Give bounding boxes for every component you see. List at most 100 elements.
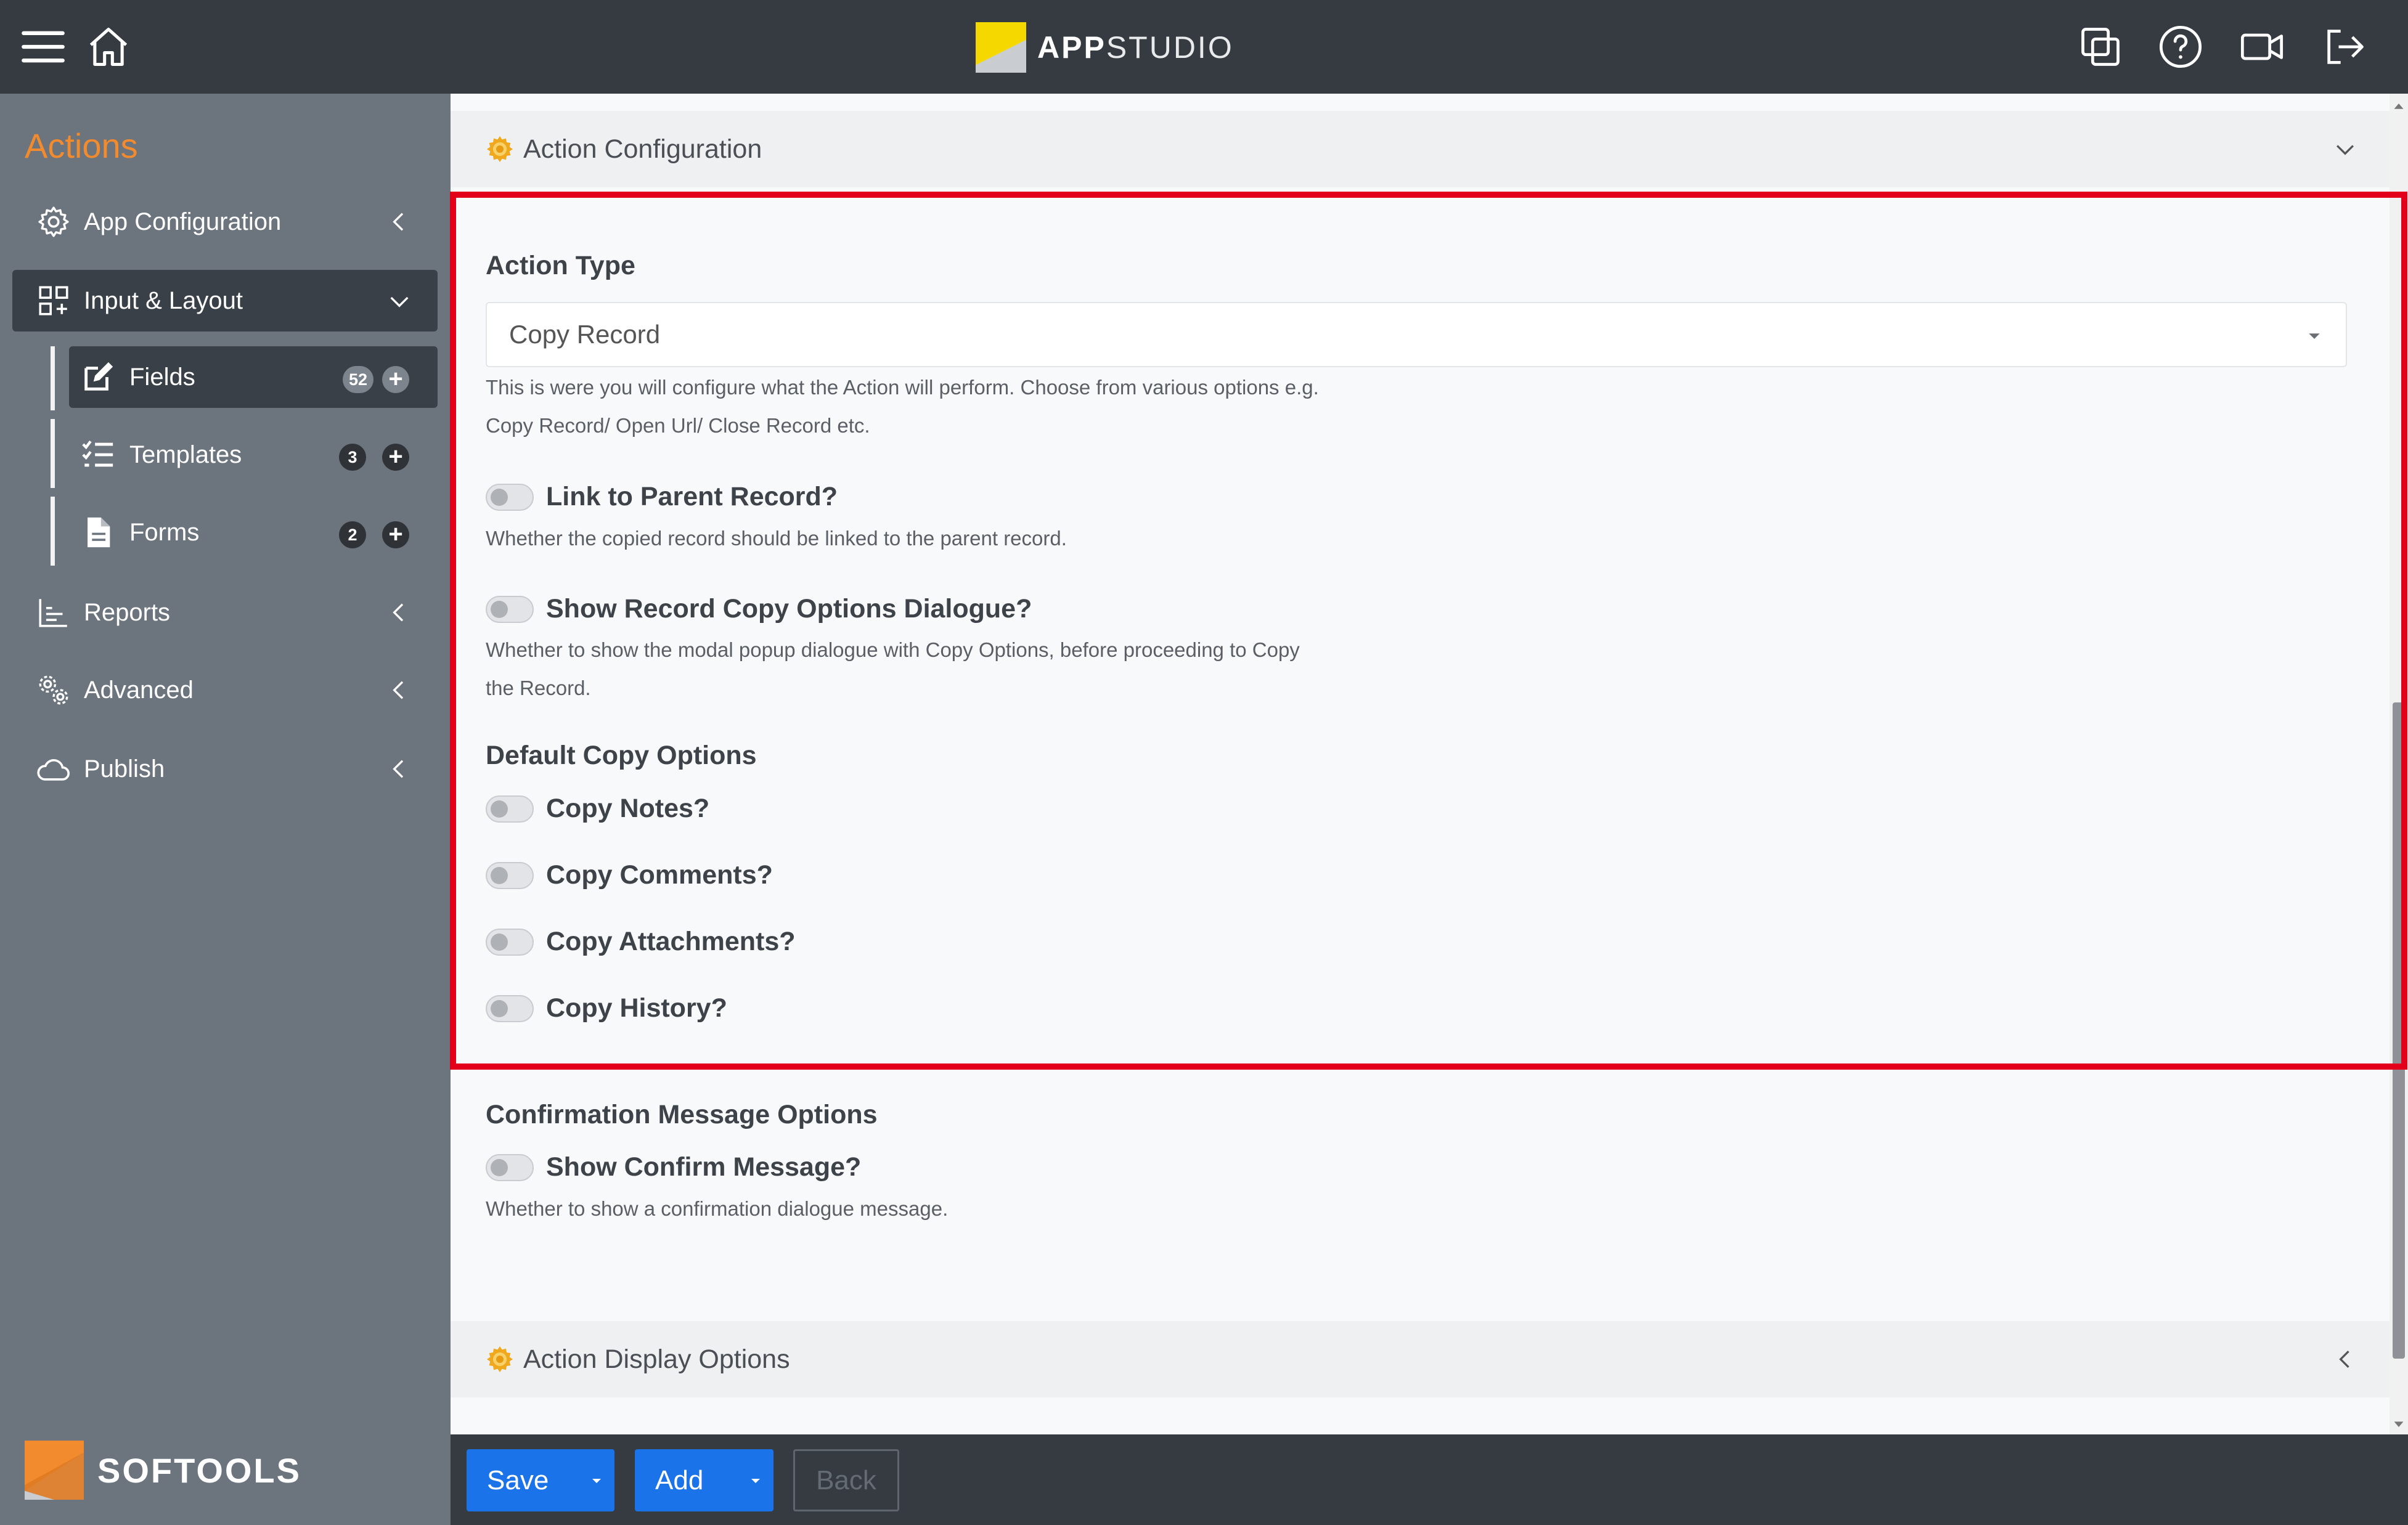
back-button[interactable]: Back xyxy=(793,1449,899,1511)
app-logo[interactable]: APPSTUDIO xyxy=(976,22,1234,73)
section-title: Action Display Options xyxy=(523,1344,790,1374)
sidebar-title: Actions xyxy=(25,126,138,165)
copy-notes-toggle[interactable] xyxy=(486,795,534,823)
home-icon[interactable] xyxy=(85,23,132,70)
count-badge: 52 xyxy=(342,366,373,393)
appstudio-logo-icon xyxy=(976,22,1026,73)
add-template-button[interactable]: + xyxy=(382,444,409,471)
checklist-icon xyxy=(80,437,116,473)
copy-comments-row: Copy Comments? xyxy=(486,860,773,890)
copy-attachments-toggle[interactable] xyxy=(486,928,534,956)
video-icon[interactable] xyxy=(2239,23,2285,70)
copy-notes-row: Copy Notes? xyxy=(486,794,709,824)
scroll-up-arrow-icon[interactable] xyxy=(2390,97,2408,116)
add-dropdown-caret-icon[interactable] xyxy=(738,1449,773,1511)
help-icon[interactable] xyxy=(2157,23,2204,70)
link-parent-toggle[interactable] xyxy=(486,483,534,511)
sidebar-subitem-templates[interactable]: Templates 3 + xyxy=(69,424,438,486)
copy-icon[interactable] xyxy=(2077,23,2124,70)
sidebar-item-input-layout[interactable]: Input & Layout xyxy=(12,270,438,331)
link-parent-help: Whether the copied record should be link… xyxy=(486,527,1067,550)
sidebar-item-advanced[interactable]: Advanced xyxy=(12,659,438,721)
sidebar-item-label: App Configuration xyxy=(84,208,282,235)
sidebar-subitem-label: Forms xyxy=(129,518,200,546)
section-header-action-display-options[interactable]: Action Display Options xyxy=(451,1321,2390,1397)
default-copy-options-label: Default Copy Options xyxy=(486,741,757,770)
scroll-down-arrow-icon[interactable] xyxy=(2390,1415,2408,1433)
scrollbar-thumb[interactable] xyxy=(2393,702,2405,1359)
copy-history-toggle[interactable] xyxy=(486,994,534,1022)
sidebar-item-app-configuration[interactable]: App Configuration xyxy=(12,191,438,253)
back-label: Back xyxy=(816,1465,876,1495)
chart-icon xyxy=(36,595,71,630)
chevron-left-icon xyxy=(387,678,412,702)
count-badge: 3 xyxy=(339,444,366,471)
show-dialogue-toggle[interactable] xyxy=(486,595,534,623)
submenu-line xyxy=(51,419,55,488)
sidebar-item-label: Reports xyxy=(84,598,171,626)
gear-icon xyxy=(485,134,515,164)
action-type-select[interactable]: Copy Record xyxy=(486,302,2347,367)
copy-history-row: Copy History? xyxy=(486,993,727,1023)
copy-attachments-row: Copy Attachments? xyxy=(486,927,796,957)
cloud-icon xyxy=(36,751,71,787)
submenu-line xyxy=(51,497,55,566)
chevron-down-icon xyxy=(387,288,412,313)
submenu-line xyxy=(51,346,55,410)
softools-logo-icon xyxy=(25,1441,84,1500)
copy-attachments-label: Copy Attachments? xyxy=(546,927,796,956)
add-form-button[interactable]: + xyxy=(382,521,409,548)
chevron-down-icon[interactable] xyxy=(2332,136,2359,163)
sidebar-subitem-forms[interactable]: Forms 2 + xyxy=(69,502,438,563)
menu-icon[interactable] xyxy=(20,23,67,70)
copy-notes-label: Copy Notes? xyxy=(546,794,710,823)
section-title: Action Configuration xyxy=(523,134,762,164)
show-dialogue-row: Show Record Copy Options Dialogue? xyxy=(486,594,1032,624)
chevron-left-icon[interactable] xyxy=(2332,1346,2359,1373)
sidebar-item-label: Advanced xyxy=(84,676,194,704)
action-type-label: Action Type xyxy=(486,251,635,280)
sidebar-subitem-fields[interactable]: Fields 52 + xyxy=(69,346,438,408)
copy-comments-toggle[interactable] xyxy=(486,861,534,889)
action-type-help: This is were you will configure what the… xyxy=(486,376,1319,437)
sidebar-item-label: Input & Layout xyxy=(84,287,243,314)
brand-name: SOFTOOLS xyxy=(97,1450,301,1490)
count-badge: 2 xyxy=(339,521,366,548)
add-button[interactable]: Add xyxy=(635,1449,773,1511)
logout-icon[interactable] xyxy=(2321,23,2368,70)
show-dialogue-label: Show Record Copy Options Dialogue? xyxy=(546,594,1032,624)
sidebar: Actions App Configuration Input & Layout… xyxy=(0,94,451,1525)
sidebar-item-publish[interactable]: Publish xyxy=(12,738,438,800)
top-bar: APPSTUDIO xyxy=(0,0,2408,94)
bottom-bar: Save Add Back xyxy=(451,1434,2408,1525)
save-label: Save xyxy=(487,1465,549,1495)
show-confirm-row: Show Confirm Message? xyxy=(486,1152,861,1182)
logo-text: APPSTUDIO xyxy=(1037,30,1234,65)
show-confirm-label: Show Confirm Message? xyxy=(546,1152,862,1182)
action-type-value: Copy Record xyxy=(509,320,661,349)
save-button[interactable]: Save xyxy=(467,1449,614,1511)
edit-icon xyxy=(80,359,116,395)
chevron-left-icon xyxy=(387,600,412,625)
sidebar-item-reports[interactable]: Reports xyxy=(12,582,438,643)
sidebar-subitem-label: Fields xyxy=(129,363,195,391)
show-confirm-toggle[interactable] xyxy=(486,1153,534,1181)
save-dropdown-caret-icon[interactable] xyxy=(579,1449,614,1511)
add-label: Add xyxy=(655,1465,704,1495)
sidebar-item-label: Publish xyxy=(84,755,165,783)
add-field-button[interactable]: + xyxy=(382,366,409,393)
cogs-icon xyxy=(36,672,71,708)
confirmation-options-label: Confirmation Message Options xyxy=(486,1100,878,1129)
show-dialogue-help: Whether to show the modal popup dialogue… xyxy=(486,638,1300,699)
link-parent-row: Link to Parent Record? xyxy=(486,482,838,512)
layout-icon xyxy=(36,283,71,319)
sidebar-subitem-label: Templates xyxy=(129,441,242,468)
main-content: Action Configuration Action Type Copy Re… xyxy=(451,94,2390,1434)
section-header-action-configuration[interactable]: Action Configuration xyxy=(451,111,2390,187)
gear-icon xyxy=(485,1344,515,1374)
chevron-left-icon xyxy=(387,757,412,781)
copy-history-label: Copy History? xyxy=(546,993,727,1023)
gear-icon xyxy=(36,204,71,240)
file-icon xyxy=(80,514,116,550)
show-confirm-help: Whether to show a confirmation dialogue … xyxy=(486,1197,949,1220)
